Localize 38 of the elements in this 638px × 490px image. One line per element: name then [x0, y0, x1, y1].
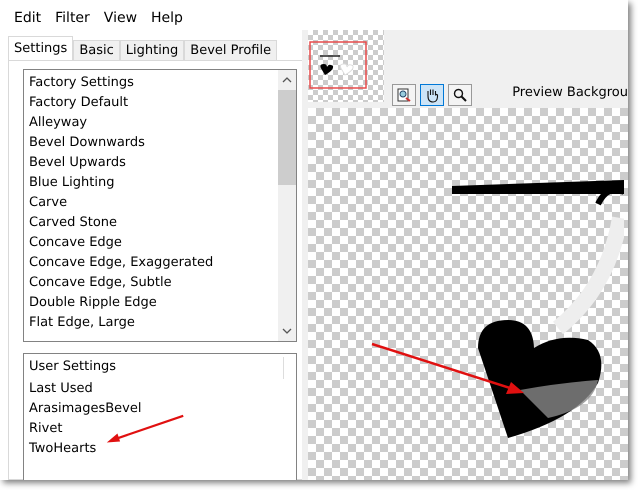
list-item[interactable]: TwoHearts: [29, 439, 291, 459]
preview-tool-button[interactable]: [392, 84, 416, 106]
tab[interactable]: Bevel Profile: [184, 40, 278, 60]
list-item[interactable]: Concave Edge: [29, 233, 273, 253]
zoom-tool-button[interactable]: [448, 84, 472, 106]
list-item[interactable]: Bevel Upwards: [29, 153, 273, 173]
scrollbar[interactable]: [278, 70, 296, 341]
zoom-icon: [452, 87, 468, 103]
list-item[interactable]: Alleyway: [29, 113, 273, 133]
list-item[interactable]: Concave Edge, Subtle: [29, 273, 273, 293]
tab[interactable]: Basic: [73, 40, 120, 60]
pan-tool-button[interactable]: [420, 84, 444, 106]
scroll-down-icon[interactable]: [282, 328, 292, 334]
scroll-up-icon[interactable]: [282, 77, 292, 83]
magnify-document-icon: [396, 87, 412, 103]
list-item[interactable]: ArasimagesBevel: [29, 399, 291, 419]
tab[interactable]: Settings: [8, 36, 74, 60]
menu-item[interactable]: Filter: [55, 10, 90, 26]
list-item[interactable]: Flat Edge, Large: [29, 313, 273, 333]
list-item[interactable]: Last Used: [29, 379, 291, 399]
tab[interactable]: Lighting: [120, 40, 184, 60]
scrollbar-thumb[interactable]: [278, 90, 296, 185]
list-item[interactable]: Carved Stone: [29, 213, 273, 233]
list-item[interactable]: Concave Edge, Exaggerated: [29, 253, 273, 273]
menu-item[interactable]: View: [104, 10, 138, 26]
list-item[interactable]: Bevel Downwards: [29, 133, 273, 153]
list-header: Factory Settings: [29, 74, 135, 92]
navigator-thumbnail[interactable]: [308, 30, 384, 102]
list-header: User Settings: [29, 357, 284, 379]
list-item[interactable]: Blue Lighting: [29, 173, 273, 193]
preview-canvas[interactable]: [308, 108, 628, 480]
preview-background-label: Preview Backgrou: [512, 85, 628, 100]
menu-item[interactable]: Help: [151, 10, 183, 26]
list-item[interactable]: Double Ripple Edge: [29, 293, 273, 313]
list-item[interactable]: Carve: [29, 193, 273, 213]
list-item[interactable]: Rivet: [29, 419, 291, 439]
menu-item[interactable]: Edit: [14, 10, 42, 26]
list-item[interactable]: Factory Default: [29, 93, 273, 113]
